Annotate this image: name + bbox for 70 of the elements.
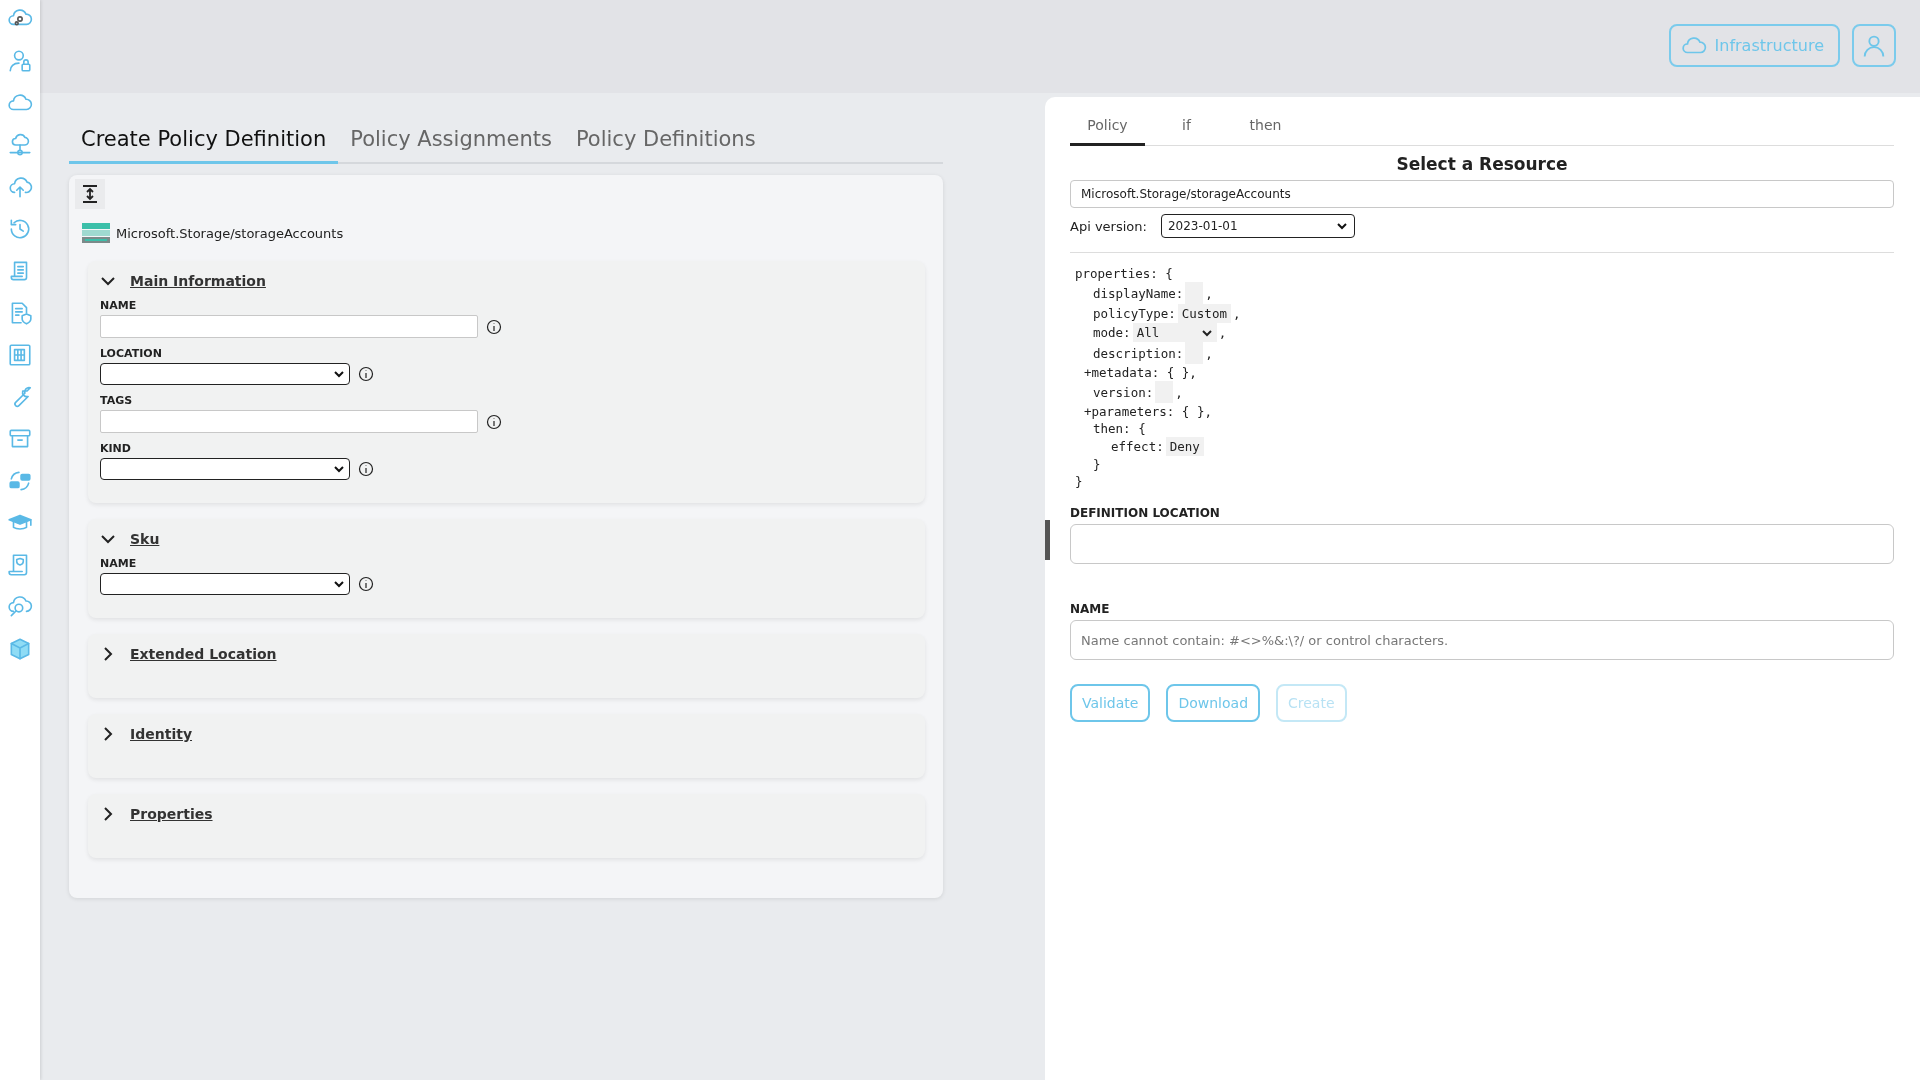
user-lock-icon[interactable]	[7, 48, 33, 74]
code-dropdown[interactable]: All	[1132, 323, 1217, 342]
caret-icon	[333, 578, 345, 590]
definition-location-field[interactable]	[1070, 524, 1894, 564]
info-icon[interactable]	[358, 576, 374, 592]
resize-handle[interactable]	[1045, 520, 1050, 560]
field-label: DEFINITION LOCATION	[1070, 506, 1220, 520]
dropdown[interactable]	[100, 573, 350, 595]
tab[interactable]: Policy Definitions	[563, 127, 768, 164]
section-title-link[interactable]: Identity	[126, 726, 196, 742]
field-label: NAME	[1070, 602, 1110, 616]
text-field[interactable]	[100, 315, 478, 338]
code-key: displayName:	[1093, 285, 1184, 301]
code-key: policyType:	[1093, 306, 1176, 321]
code-punctuation: ,	[1218, 325, 1227, 340]
dropdown[interactable]	[100, 363, 350, 385]
code-punctuation: ,	[1205, 345, 1213, 361]
code-key: mode:	[1093, 325, 1131, 340]
cloud-network-icon[interactable]	[7, 132, 33, 158]
code-text: parameters: { },	[1091, 404, 1212, 419]
blueprint-icon[interactable]	[7, 342, 33, 368]
resource-field[interactable]: Microsoft.Storage/storageAccounts	[1070, 180, 1894, 208]
field-label: KIND	[100, 442, 132, 455]
tab[interactable]: if	[1149, 113, 1224, 146]
field-label: NAME	[100, 299, 138, 312]
cloud-upload-icon[interactable]	[7, 174, 33, 200]
tab[interactable]: Policy Assignments	[338, 127, 564, 164]
expand-vertical-icon	[80, 184, 100, 204]
code-key: description:	[1093, 345, 1184, 361]
tab[interactable]: Create Policy Definition	[69, 127, 339, 164]
panel-heading: Select a Resource	[1396, 154, 1568, 174]
dropdown[interactable]	[100, 458, 350, 480]
api-version-label: Api version:	[1070, 218, 1147, 234]
info-icon[interactable]	[486, 318, 502, 335]
code-text: }	[1093, 457, 1101, 472]
code-punctuation: ,	[1175, 384, 1183, 400]
section-title-link[interactable]: Extended Location	[126, 646, 281, 662]
code-text: then: {	[1093, 421, 1146, 436]
storage-icon	[82, 223, 110, 243]
field-label: NAME	[100, 557, 138, 570]
expand-toggle[interactable]: +	[1084, 365, 1092, 380]
code-text: metadata: { },	[1091, 365, 1197, 380]
tab[interactable]: then	[1228, 113, 1303, 146]
code-text: }	[1075, 474, 1083, 489]
info-icon[interactable]	[358, 366, 374, 382]
resource-type: Microsoft.Storage/storageAccounts	[116, 225, 344, 241]
info-icon[interactable]	[358, 461, 374, 477]
code-punctuation: ,	[1205, 285, 1213, 301]
text-field[interactable]	[100, 410, 478, 433]
code-key: version:	[1093, 384, 1154, 400]
expand-toggle[interactable]: +	[1084, 404, 1092, 419]
code-text: properties: {	[1075, 266, 1173, 281]
tab[interactable]: Policy	[1070, 113, 1145, 146]
code-punctuation: ,	[1232, 306, 1241, 321]
field-label: LOCATION	[100, 347, 163, 360]
caret-icon	[333, 368, 345, 380]
code-value-field[interactable]: Custom	[1177, 304, 1231, 323]
field-label: TAGS	[100, 394, 134, 407]
section-title-link[interactable]: Main Information	[126, 273, 270, 289]
code-key: effect:	[1111, 439, 1164, 454]
api-version-dropdown[interactable]: 2023-01-01	[1160, 214, 1355, 238]
name-field[interactable]: Name cannot contain: #<>%&:\?/ or control characters.	[1070, 620, 1894, 660]
section-title-link[interactable]: Sku	[126, 531, 164, 547]
info-icon[interactable]	[486, 413, 502, 430]
section-title-link[interactable]: Properties	[126, 806, 217, 822]
caret-icon	[1335, 220, 1348, 232]
caret-icon	[333, 463, 345, 475]
collapse-all-button[interactable]	[75, 179, 105, 209]
code-value-field[interactable]: Deny	[1165, 437, 1204, 456]
user-button[interactable]	[1852, 24, 1896, 67]
